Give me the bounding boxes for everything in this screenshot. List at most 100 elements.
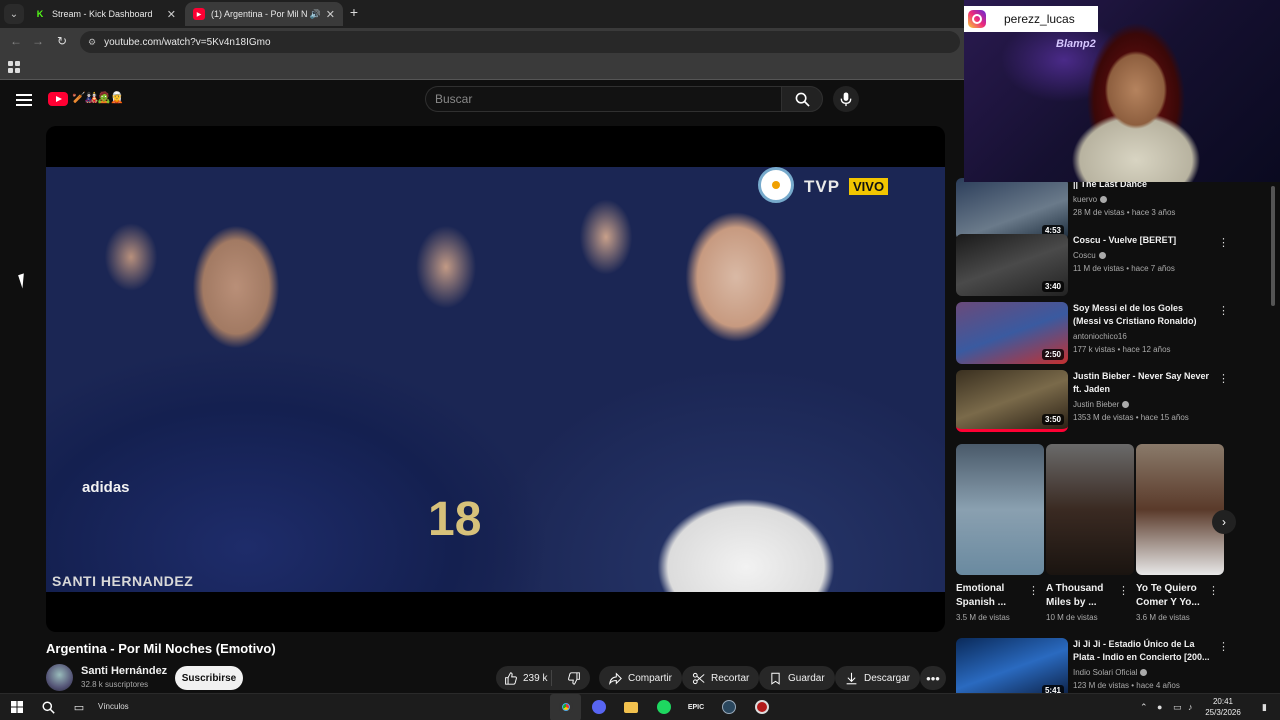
youtube-doodle[interactable]: 🏏🎎🧟🧝 [72,91,124,104]
save-button[interactable]: Guardar [759,666,835,690]
list-item[interactable]: 3:50 Justin Bieber - Never Say Never ft.… [956,370,1229,432]
more-horizontal-icon: ••• [926,670,940,686]
share-button[interactable]: Compartir [599,666,682,690]
chevron-up-icon[interactable]: ⌃ [1140,702,1148,713]
verified-icon [1122,401,1130,409]
neon-sign: Blamp2 [1056,38,1096,50]
search-button[interactable] [781,86,823,112]
short-thumbnail[interactable] [1136,444,1224,575]
short-title[interactable]: Emotional Spanish ... [956,582,1026,610]
notification-icon[interactable]: ▮ [1262,702,1267,713]
more-vertical-icon[interactable]: ⋮ [1218,640,1229,653]
short-title[interactable]: Yo Te Quiero Comer Y Yo... [1136,582,1206,610]
video-frame[interactable]: TVP VIVO adidas 18 SANTI HERNANDEZ [46,167,945,592]
tab-search-button[interactable]: ⌄ [4,4,24,24]
dislike-button[interactable] [558,671,590,685]
more-vertical-icon[interactable]: ⋮ [1208,584,1219,597]
duration-badge: 5:41 [1041,685,1064,693]
download-icon [846,672,857,684]
channel-bug: TVP [804,177,841,196]
task-view-icon[interactable]: ▭ [70,698,88,716]
verified-icon [1098,252,1106,260]
video-title[interactable]: Ji Ji Ji - Estadio Único de La Plata - I… [1073,638,1213,664]
more-vertical-icon[interactable]: ⋮ [1218,236,1229,249]
more-vertical-icon[interactable]: ⋮ [1028,584,1039,597]
back-arrow-icon[interactable]: ← [8,34,24,48]
new-tab-button[interactable]: + [346,4,362,20]
speaker-icon[interactable]: 🔊 [310,9,321,20]
apps-grid-icon[interactable] [8,61,20,73]
download-label: Descargar [864,672,911,684]
microphone-icon[interactable]: ● [1157,702,1162,712]
taskbar-links-label[interactable]: Vínculos [98,702,129,711]
channel-name[interactable]: Justin Bieber [1073,400,1130,409]
short-thumbnail[interactable] [956,444,1044,575]
channel-name[interactable]: Santi Hernández [81,665,167,677]
channel-name[interactable]: kuervo [1073,195,1108,204]
scrollbar-thumb[interactable] [1271,186,1275,306]
tab-youtube-video[interactable]: ▶ (1) Argentina - Por Mil Noc 🔊 ✕ [185,2,343,26]
more-vertical-icon[interactable]: ⋮ [1118,584,1129,597]
channel-avatar[interactable] [46,664,73,691]
youtube-logo-icon[interactable] [48,92,68,106]
subscribe-button[interactable]: Suscribirse [175,666,243,690]
jersey-number-text: 18 [428,493,482,546]
system-clock[interactable]: 20:41 25/3/2026 [1202,696,1244,718]
file-explorer-icon[interactable] [622,698,640,716]
reload-icon[interactable]: ↻ [54,34,70,48]
channel-label: Indio Solari Oficial [1073,668,1138,677]
list-item[interactable]: 5:41 Ji Ji Ji - Estadio Único de La Plat… [956,638,1229,693]
channel-name[interactable]: Coscu [1073,251,1106,260]
video-thumbnail[interactable]: 4:53 [956,178,1068,240]
menu-icon[interactable] [16,94,32,106]
clip-button[interactable]: Recortar [682,666,760,690]
short-title[interactable]: A Thousand Miles by ... [1046,582,1116,610]
like-button[interactable]: 239 k [496,670,553,686]
more-vertical-icon[interactable]: ⋮ [1218,372,1229,385]
short-item[interactable]: A Thousand Miles by ... 10 M de vistas ⋮ [1046,444,1134,622]
site-info-icon[interactable]: ⚙ [88,37,96,48]
forward-arrow-icon[interactable]: → [30,34,46,48]
video-title[interactable]: Coscu - Vuelve [BERET] [1073,234,1213,247]
close-tab-icon[interactable]: ✕ [326,8,335,21]
more-vertical-icon[interactable]: ⋮ [1218,304,1229,317]
download-button[interactable]: Descargar [835,666,921,690]
epic-games-icon[interactable]: EPIC [687,698,705,716]
short-item[interactable]: Yo Te Quiero Comer Y Yo... 3.6 M de vist… [1136,444,1224,622]
video-title[interactable]: Soy Messi el de los Goles (Messi vs Cris… [1073,302,1213,328]
short-item[interactable]: Emotional Spanish ... 3.5 M de vistas ⋮ [956,444,1044,622]
short-thumbnail[interactable] [1046,444,1134,575]
address-bar[interactable]: ⚙ youtube.com/watch?v=5Kv4n18IGmo [80,31,960,53]
channel-name[interactable]: antoniochico16 [1073,332,1127,341]
duration-badge: 3:40 [1041,281,1064,292]
volume-icon[interactable]: ♪ [1188,702,1193,712]
video-thumbnail[interactable]: 3:50 [956,370,1068,432]
more-actions-button[interactable]: ••• [920,666,946,690]
network-icon[interactable]: ▭ [1173,702,1182,713]
channel-name[interactable]: Indio Solari Oficial [1073,668,1148,677]
voice-search-button[interactable] [833,86,859,112]
chrome-icon[interactable] [557,698,575,716]
spotify-icon[interactable] [655,698,673,716]
sidebar-scrollbar[interactable] [1270,178,1276,688]
video-title[interactable]: Justin Bieber - Never Say Never ft. Jade… [1073,370,1213,396]
list-item[interactable]: 4:53 || The Last Dance kuervo 28 M de vi… [956,178,1226,240]
chevron-right-icon[interactable]: › [1212,510,1236,534]
steam-icon[interactable] [720,698,738,716]
close-tab-icon[interactable]: ✕ [167,8,176,21]
app-icon[interactable] [753,698,771,716]
url-text: youtube.com/watch?v=5Kv4n18IGmo [104,36,271,48]
windows-start-icon[interactable] [8,698,26,716]
video-thumbnail[interactable]: 3:40 [956,234,1068,296]
list-item[interactable]: 3:40 Coscu - Vuelve [BERET] Coscu 11 M d… [956,234,1229,296]
tab-kick-dashboard[interactable]: K Stream - Kick Dashboard ✕ [26,2,184,26]
video-title: Argentina - Por Mil Noches (Emotivo) [46,641,276,656]
video-thumbnail[interactable]: 5:41 [956,638,1068,693]
video-thumbnail[interactable]: 2:50 [956,302,1068,364]
discord-icon[interactable] [590,698,608,716]
list-item[interactable]: 2:50 Soy Messi el de los Goles (Messi vs… [956,302,1229,364]
search-icon[interactable] [39,698,57,716]
search-placeholder: Buscar [435,92,473,106]
search-input[interactable]: Buscar [425,86,781,112]
video-player[interactable]: TVP VIVO adidas 18 SANTI HERNANDEZ [46,126,945,632]
